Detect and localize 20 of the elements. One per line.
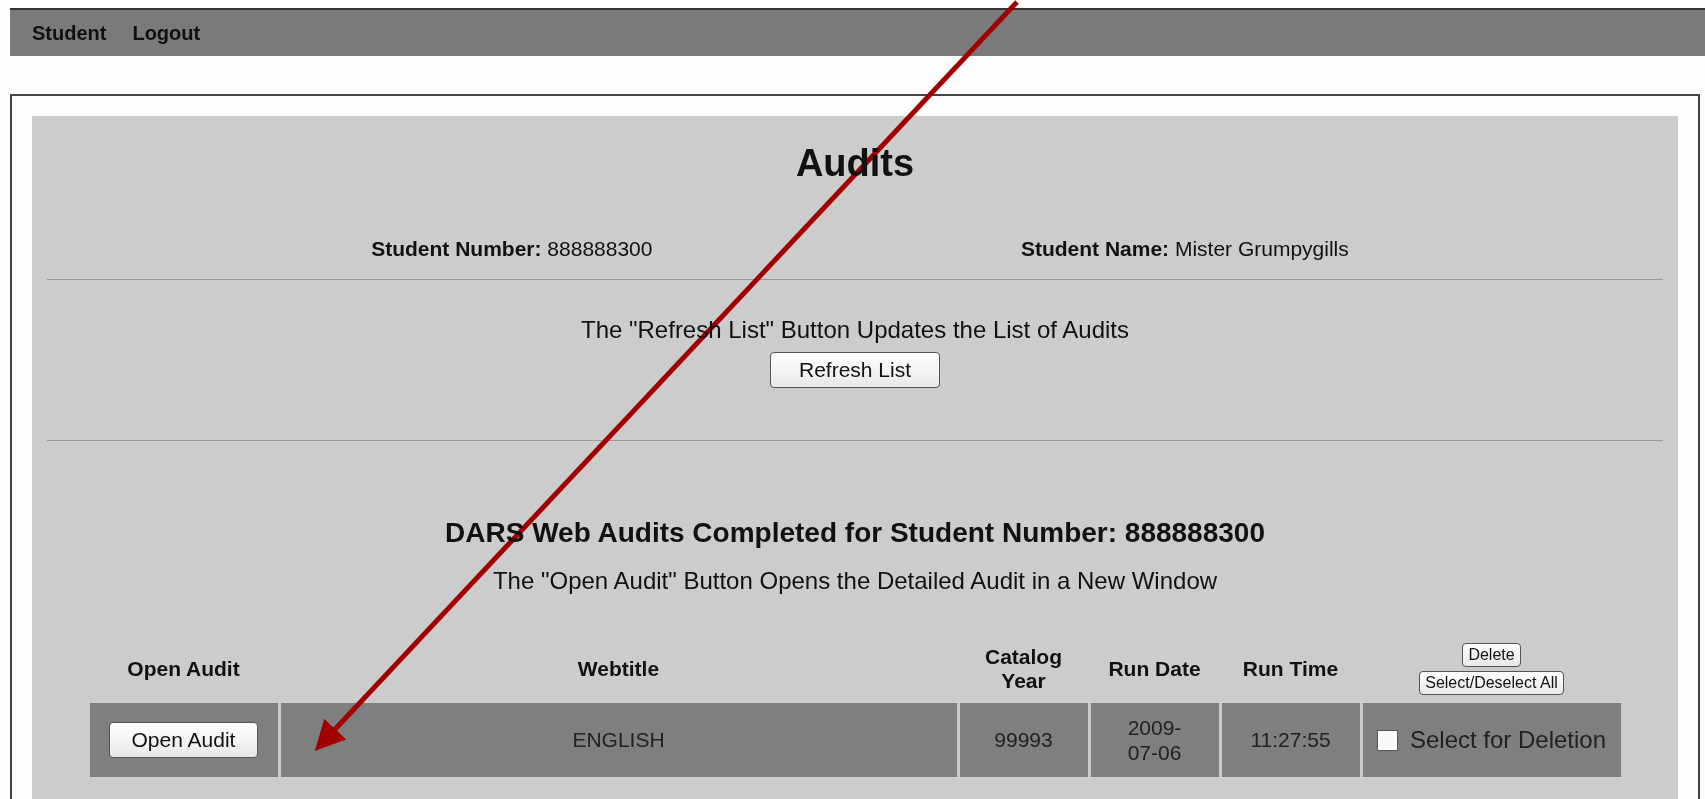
- menu-item[interactable]: Student: [32, 21, 107, 45]
- column-header: Catalog Year: [985, 645, 1062, 692]
- delete-button[interactable]: Delete: [1462, 643, 1521, 667]
- menu-item[interactable]: Logout: [132, 21, 201, 45]
- table-cell: 2009-07-06: [1090, 703, 1219, 777]
- checkbox[interactable]: [1376, 729, 1398, 751]
- table-cell: 99993: [959, 703, 1088, 777]
- select-all-button[interactable]: Select/Deselect All: [1419, 671, 1564, 695]
- column-header: Run Time: [1242, 657, 1339, 680]
- student-name: Student Name: Mister Grumpygills: [1020, 237, 1349, 261]
- column-header: Webtitle: [577, 657, 660, 680]
- table-cell: ENGLISH: [280, 703, 957, 777]
- open-audit-note: The "Open Audit" Button Opens the Detailed Audit in a New Window: [492, 567, 1218, 595]
- student-number: Student Number: 888888300: [371, 237, 653, 261]
- column-header: Open Audit: [127, 657, 240, 680]
- column-header: Run Date: [1108, 657, 1201, 680]
- table-cell: 11:27:55: [1221, 703, 1360, 777]
- open-audit-button[interactable]: Open Audit: [108, 722, 259, 758]
- checkbox-label: Select for Deletion: [1409, 726, 1607, 754]
- refresh-list-button[interactable]: Refresh List: [769, 352, 940, 388]
